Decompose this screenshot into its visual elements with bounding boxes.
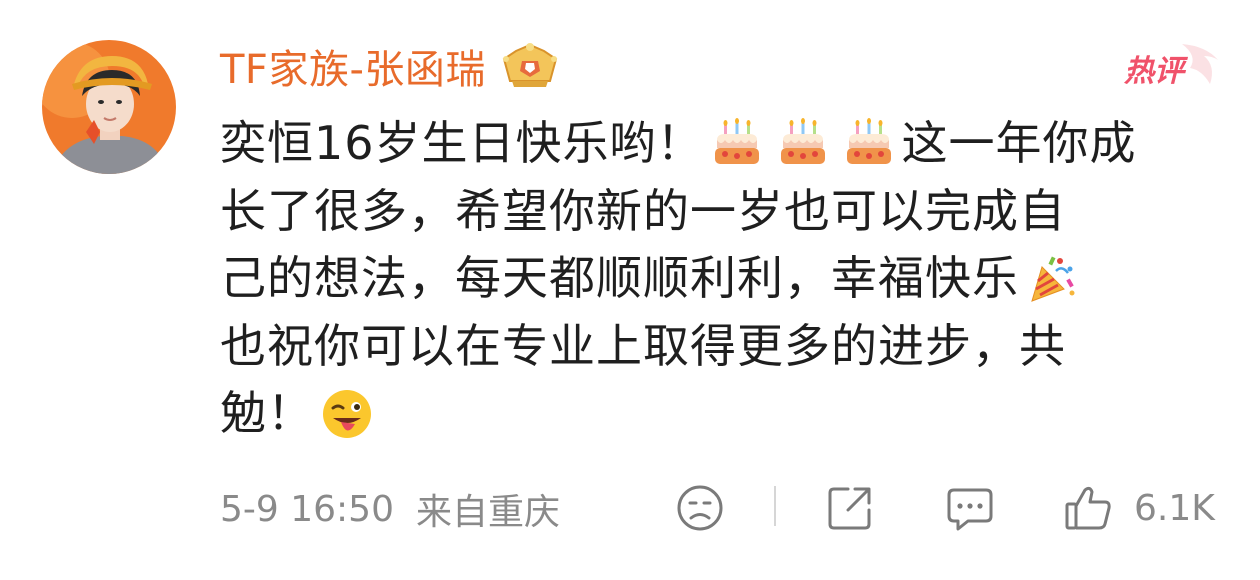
comment-text-segment: 奕恒16岁生日快乐哟！ [220,116,704,170]
hot-comment-label: 热评 [1124,54,1184,89]
hot-comment-badge: 热评 [1118,40,1224,90]
timestamp: 5-9 16:50 [220,488,394,530]
comment-card: TF家族-张函瑞 热评 奕恒16岁生日快乐哟！ 这一年你成 长了很多，希望你新的… [0,0,1260,580]
comment-text-segment: 也祝你可以在专业上取得更多的进步，共 [220,318,1066,373]
comment-text-segment: 己的想法，每天都顺顺利利，幸福快乐 [220,251,1019,305]
crown-badge-icon [502,43,558,87]
comment-line: 也祝你可以在专业上取得更多的进步，共 [220,313,1220,381]
share-icon[interactable] [824,482,876,534]
comment-text: 奕恒16岁生日快乐哟！ 这一年你成 长了很多，希望你新的一岁也可以完成自 己的想… [220,110,1220,448]
username[interactable]: TF家族-张函瑞 [220,37,486,95]
comment-line: 勉！ [220,380,1220,448]
username-row: TF家族-张函瑞 [220,38,562,94]
birthday-cake-icon [711,117,763,170]
comment-icon[interactable] [944,482,996,534]
comment-text-segment: 勉！ [220,386,314,440]
comment-meta: 5-9 16:50 来自重庆 [220,484,560,534]
birthday-cake-icon [777,117,829,170]
like-count: 6.1K [1134,488,1215,529]
dislike-face-icon[interactable] [674,482,726,534]
comment-line: 奕恒16岁生日快乐哟！ 这一年你成 [220,110,1220,178]
party-popper-icon [1026,253,1078,305]
comment-text-segment: 这一年你成 [901,116,1137,170]
comment-line: 长了很多，希望你新的一岁也可以完成自 [220,178,1220,246]
comment-line: 己的想法，每天都顺顺利利，幸福快乐 [220,245,1220,313]
winking-tongue-face-icon [321,388,373,440]
action-divider [774,486,776,526]
location: 来自重庆 [416,492,561,533]
like-thumb-icon[interactable] [1062,482,1114,534]
comment-text-segment: 长了很多，希望你新的一岁也可以完成自 [220,183,1066,238]
avatar[interactable] [42,40,176,174]
birthday-cake-icon [843,117,895,170]
